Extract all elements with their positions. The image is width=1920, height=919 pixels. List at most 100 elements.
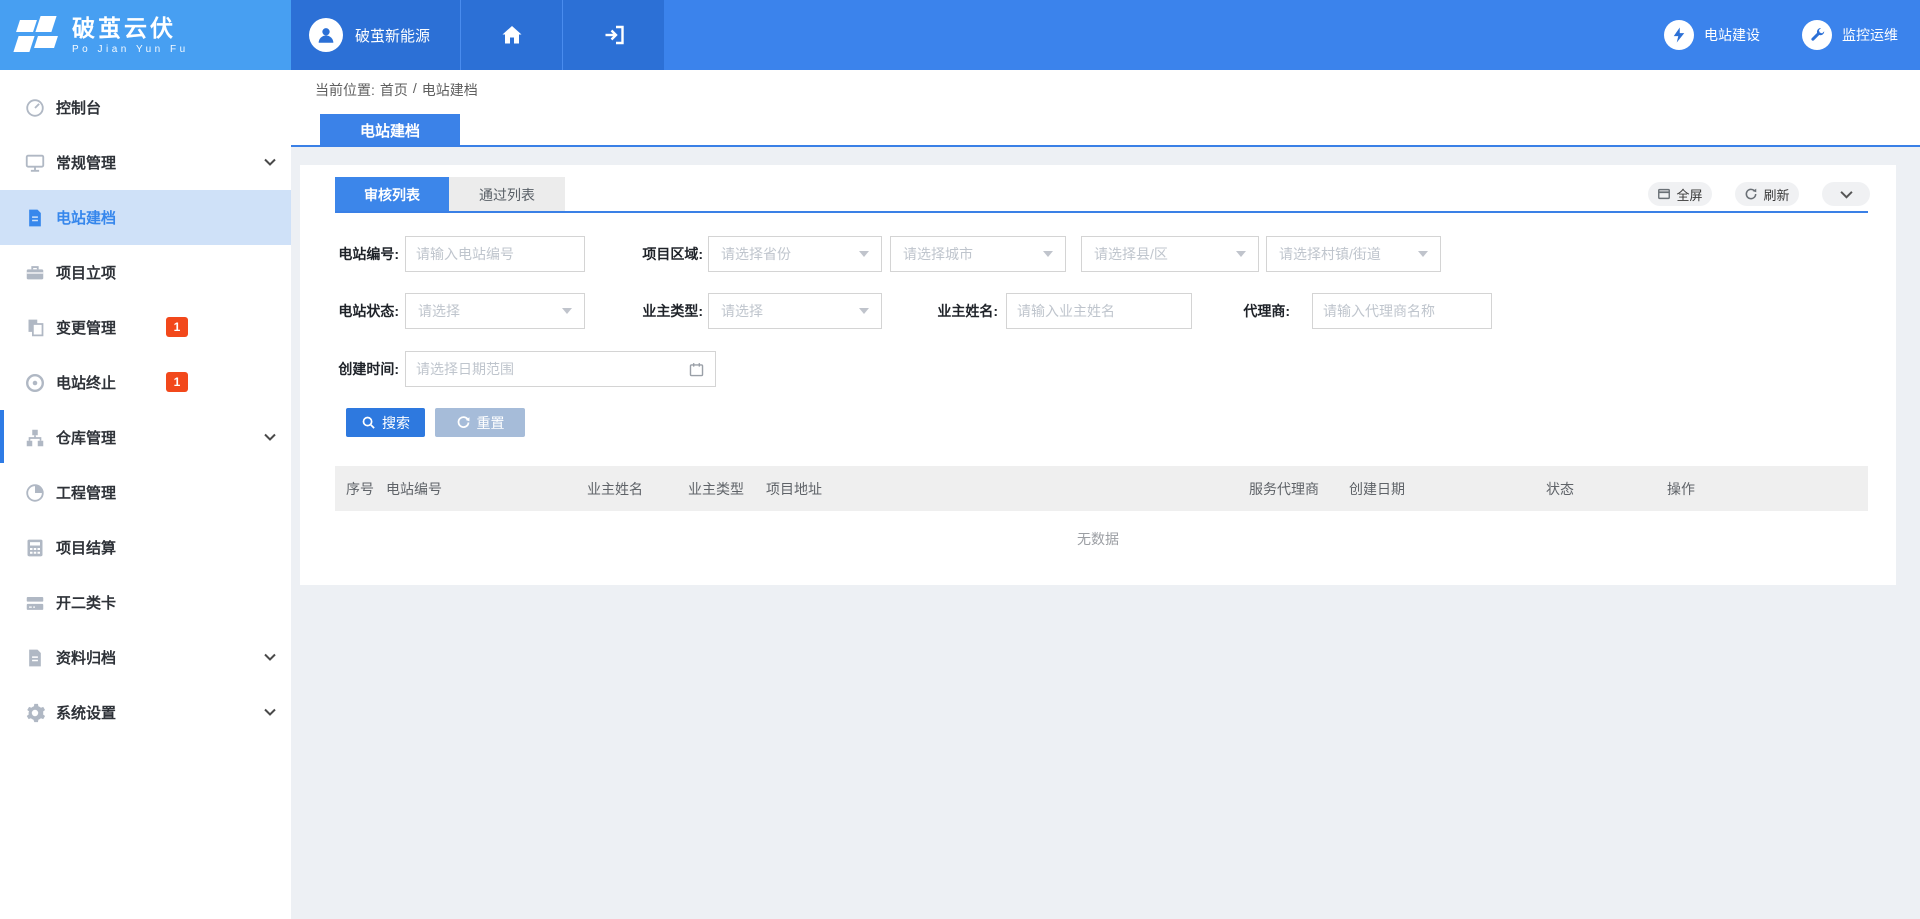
city-select-value: 请选择城市 [903, 244, 1043, 264]
avatar [309, 18, 343, 52]
col-station-no: 电站编号 [386, 479, 587, 499]
station-status-value: 请选择 [418, 301, 562, 321]
sidebar-item-system-settings[interactable]: 系统设置 [0, 685, 291, 740]
owner-type-select[interactable]: 请选择 [708, 293, 882, 329]
table-header-row: 序号 电站编号 业主姓名 业主类型 项目地址 服务代理商 创建日期 状态 操作 [335, 466, 1868, 511]
agent-field [1312, 293, 1492, 329]
county-select[interactable]: 请选择县/区 [1081, 236, 1259, 272]
sidebar-item-station-archive[interactable]: 电站建档 [0, 190, 291, 245]
fullscreen-icon [1657, 187, 1671, 201]
sidebar-item-warehouse-management[interactable]: 仓库管理 [0, 410, 291, 465]
sign-in-icon [602, 23, 626, 47]
home-icon [500, 23, 524, 47]
collapse-toolbar-button[interactable] [1822, 182, 1870, 206]
chevron-down-icon [264, 708, 276, 716]
sidebar-item-label: 系统设置 [56, 702, 116, 723]
user-icon [315, 24, 337, 46]
app-root: 破茧云伏 Po Jian Yun Fu 破茧新能源 [0, 0, 1920, 919]
sidebar-item-label: 常规管理 [56, 152, 116, 173]
col-service-agent: 服务代理商 [1249, 479, 1349, 499]
caret-down-icon [859, 251, 869, 257]
breadcrumb-current: 电站建档 [422, 80, 478, 100]
station-no-field [405, 236, 585, 272]
city-select[interactable]: 请选择城市 [890, 236, 1066, 272]
home-button[interactable] [460, 0, 562, 70]
reset-label: 重置 [477, 413, 505, 433]
chevron-down-icon [264, 158, 276, 166]
brand-title: 破茧云伏 [72, 16, 189, 41]
caret-down-icon [1236, 251, 1246, 257]
tab-underline [335, 211, 1868, 213]
breadcrumb: 当前位置: 首页 / 电站建档 [315, 80, 478, 100]
sidebar-item-station-termination[interactable]: 电站终止 1 [0, 355, 291, 410]
col-created-date: 创建日期 [1349, 479, 1546, 499]
province-select[interactable]: 请选择省份 [708, 236, 882, 272]
dashboard-icon [24, 97, 46, 119]
sidebar-item-open-class2-card[interactable]: 开二类卡 [0, 575, 291, 630]
header-user-section: 破茧新能源 [291, 0, 664, 70]
brand-subtitle: Po Jian Yun Fu [72, 44, 189, 55]
town-select-value: 请选择村镇/街道 [1279, 244, 1418, 264]
document-icon [24, 207, 46, 229]
reset-button[interactable]: 重置 [435, 408, 525, 437]
owner-type-value: 请选择 [721, 301, 859, 321]
header-nav: 电站建设 监控运维 [664, 0, 1920, 70]
target-icon [24, 372, 46, 394]
brand-logo[interactable]: 破茧云伏 Po Jian Yun Fu [0, 0, 291, 70]
sidebar-menu: 控制台 常规管理 电站建档 项目立项 [0, 70, 291, 740]
nav-station-build[interactable]: 电站建设 [1664, 20, 1760, 50]
station-status-select[interactable]: 请选择 [405, 293, 585, 329]
breadcrumb-tab-zone: 当前位置: 首页 / 电站建档 电站建档 [291, 70, 1920, 147]
fullscreen-button[interactable]: 全屏 [1648, 182, 1712, 206]
agent-input[interactable] [1313, 294, 1491, 328]
wrench-icon [1802, 20, 1832, 50]
tab-passed-list[interactable]: 通过列表 [449, 177, 565, 213]
breadcrumb-separator: / [413, 80, 417, 100]
user-name: 破茧新能源 [355, 25, 430, 46]
created-time-input[interactable] [416, 352, 688, 386]
owner-name-input[interactable] [1007, 294, 1191, 328]
col-seq: 序号 [335, 479, 386, 499]
owner-type-label: 业主类型: [638, 293, 703, 329]
main-content: 当前位置: 首页 / 电站建档 电站建档 审核列表 通过列表 全屏 刷新 [291, 70, 1920, 919]
sidebar-item-console[interactable]: 控制台 [0, 80, 291, 135]
created-time-range-picker[interactable] [405, 351, 716, 387]
page-tab-station-archive[interactable]: 电站建档 [320, 114, 460, 147]
sidebar-item-project-initiation[interactable]: 项目立项 [0, 245, 291, 300]
station-no-input[interactable] [406, 237, 584, 271]
sidebar-item-data-archive[interactable]: 资料归档 [0, 630, 291, 685]
nav-monitor-ops-label: 监控运维 [1842, 25, 1898, 45]
tab-review-list[interactable]: 审核列表 [335, 177, 449, 213]
monitor-icon [24, 152, 46, 174]
sidebar-item-project-settlement[interactable]: 项目结算 [0, 520, 291, 575]
sidebar-item-change-management[interactable]: 变更管理 1 [0, 300, 291, 355]
region-label: 项目区域: [638, 236, 703, 272]
caret-down-icon [1043, 251, 1053, 257]
user-menu[interactable]: 破茧新能源 [291, 0, 460, 70]
breadcrumb-home[interactable]: 首页 [380, 80, 408, 100]
search-button[interactable]: 搜索 [346, 408, 425, 437]
owner-name-field [1006, 293, 1192, 329]
town-select[interactable]: 请选择村镇/街道 [1266, 236, 1441, 272]
county-select-value: 请选择县/区 [1094, 244, 1236, 264]
logout-button[interactable] [562, 0, 664, 70]
sitemap-icon [24, 427, 46, 449]
col-actions: 操作 [1667, 479, 1867, 499]
top-header: 破茧云伏 Po Jian Yun Fu 破茧新能源 [0, 0, 1920, 70]
gear-icon [24, 702, 46, 724]
col-owner-name: 业主姓名 [587, 479, 688, 499]
nav-monitor-ops[interactable]: 监控运维 [1802, 20, 1898, 50]
change-management-badge: 1 [166, 317, 188, 337]
sidebar-item-general-management[interactable]: 常规管理 [0, 135, 291, 190]
sidebar-item-label: 项目结算 [56, 537, 116, 558]
calculator-icon [24, 537, 46, 559]
briefcase-icon [24, 262, 46, 284]
sidebar: 控制台 常规管理 电站建档 项目立项 [0, 70, 291, 919]
sidebar-item-engineering-management[interactable]: 工程管理 [0, 465, 291, 520]
nav-station-build-label: 电站建设 [1704, 25, 1760, 45]
breadcrumb-prefix: 当前位置: [315, 80, 375, 100]
credit-card-icon [24, 592, 46, 614]
calendar-icon [688, 361, 705, 378]
pie-gauge-icon [24, 482, 46, 504]
refresh-button[interactable]: 刷新 [1735, 182, 1799, 206]
